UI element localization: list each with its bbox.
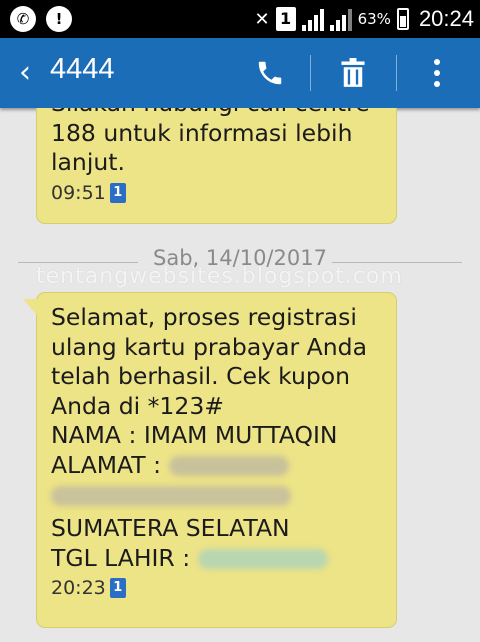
message-line: NAMA : IMAM MUTTAQIN	[51, 421, 338, 449]
message-line: TGL LAHIR :	[51, 544, 386, 574]
message-line: Anda di *123#	[51, 391, 224, 420]
signal-icon	[301, 7, 324, 31]
conversation-list[interactable]: Silakan hubungi call centre 188 untuk in…	[0, 108, 480, 642]
message-bubble[interactable]: Silakan hubungi call centre 188 untuk in…	[36, 108, 397, 224]
action-bar: ‹ 4444	[0, 38, 480, 108]
sim-icon: 1	[109, 182, 126, 203]
sim-badge: 1	[275, 7, 296, 31]
message-time: 20:23	[51, 577, 106, 599]
message-line: SUMATERA SELATAN	[51, 514, 290, 542]
status-right-icons: ✕ 1 63% 20:24	[254, 0, 474, 38]
status-left-icons: ✆ !	[10, 6, 72, 32]
status-bar: ✆ ! ✕ 1 63% 20:24	[0, 0, 480, 38]
phone-icon[interactable]	[240, 38, 300, 108]
message-line: Selamat, proses registrasi	[51, 303, 357, 331]
message-meta: 09:51 1	[51, 182, 386, 204]
sim-icon: 1	[109, 578, 126, 598]
message-line: Silakan hubungi call centre	[51, 108, 386, 119]
redacted-birthdate	[197, 549, 328, 569]
message-line: telah berhasil. Cek kupon	[51, 362, 351, 390]
message-line	[51, 480, 386, 514]
divider	[396, 55, 397, 91]
redacted-address	[168, 456, 289, 476]
battery-icon	[396, 8, 409, 30]
address-label: ALAMAT :	[51, 450, 162, 479]
message-meta: 20:23 1	[51, 577, 386, 599]
message-time: 09:51	[51, 181, 106, 204]
back-icon[interactable]: ‹	[10, 54, 40, 92]
redacted-address	[51, 485, 291, 506]
divider	[310, 55, 311, 91]
signal-icon-2	[329, 7, 352, 31]
birthdate-label: TGL LAHIR :	[51, 543, 191, 572]
message-line: 188 untuk informasi lebih	[51, 118, 353, 147]
mute-icon: ✕	[254, 8, 270, 30]
message-line: ulang kartu prabayar Anda	[51, 332, 367, 361]
whatsapp-icon: ✆	[10, 6, 36, 32]
status-time: 20:24	[418, 6, 474, 31]
bubble-tail	[23, 299, 37, 315]
watermark: tentangwebsites.blogspot.com	[36, 264, 403, 289]
notification-icon: !	[46, 6, 72, 32]
message-line: lanjut.	[51, 148, 125, 176]
delete-icon[interactable]	[323, 38, 383, 108]
conversation-title[interactable]: 4444	[50, 53, 115, 86]
message-line: ALAMAT :	[51, 451, 386, 481]
battery-percent: 63%	[357, 10, 391, 28]
more-icon[interactable]	[407, 38, 467, 108]
message-bubble[interactable]: Selamat, proses registrasi ulang kartu p…	[23, 292, 397, 628]
